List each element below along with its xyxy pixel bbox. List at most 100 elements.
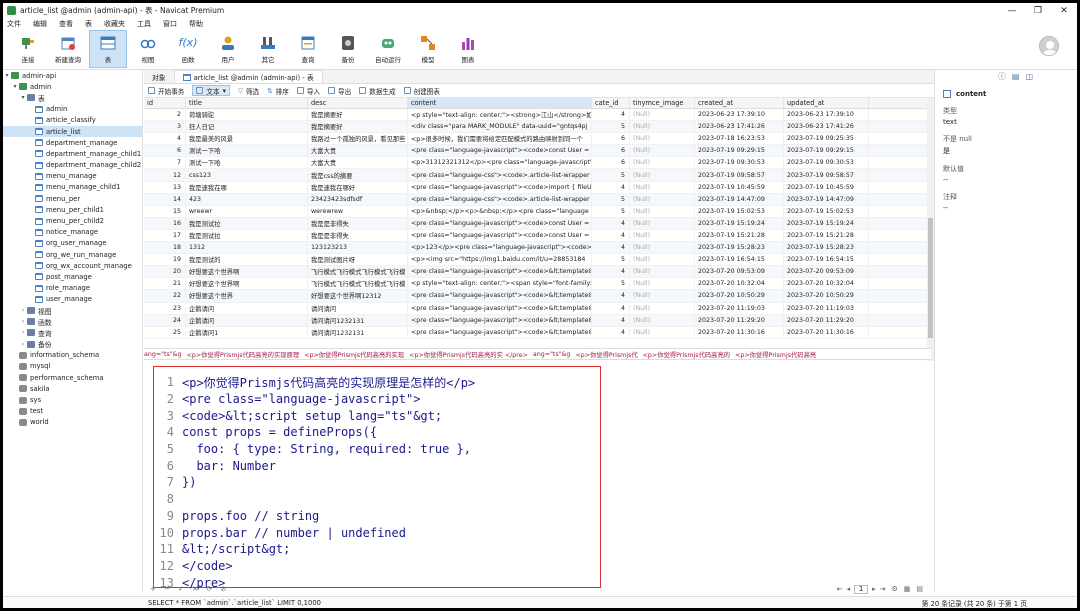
table-button[interactable]: 表	[89, 30, 127, 68]
vertical-scrollbar[interactable]	[927, 98, 934, 361]
table-cell[interactable]: (Null)	[630, 181, 695, 193]
table-cell[interactable]: <pre class="language-javascript"><code>&…	[408, 314, 592, 326]
table-cell[interactable]: 4	[592, 217, 630, 229]
table-cell[interactable]: 12	[144, 169, 186, 181]
table-cell[interactable]: 请问请问1232131	[308, 326, 408, 338]
table-cell[interactable]: 3	[144, 121, 186, 133]
table-cell[interactable]: 我是摘要好	[308, 109, 408, 121]
table-cell[interactable]: (Null)	[630, 278, 695, 290]
table-cell[interactable]: 2023-07-19 16:54:15	[784, 254, 869, 266]
column-header-id[interactable]: id	[144, 98, 186, 108]
table-cell[interactable]: <pre class="language-css"><code>.article…	[408, 169, 592, 181]
table-cell[interactable]: <pre class="language-javascript"><code>&…	[408, 326, 592, 338]
other-button[interactable]: 其它	[249, 30, 287, 68]
table-cell[interactable]: (Null)	[630, 290, 695, 302]
table-cell[interactable]: 5	[592, 169, 630, 181]
table-cell[interactable]: 2023-07-19 10:45:59	[784, 181, 869, 193]
tree-database-information-schema[interactable]: information_schema	[3, 350, 142, 361]
table-cell[interactable]: 2023-07-20 09:53:09	[695, 266, 784, 278]
tree-table-menu-per-child2[interactable]: menu_per_child2	[3, 215, 142, 226]
table-cell[interactable]: (Null)	[630, 266, 695, 278]
next-page-icon[interactable]: ▸	[872, 585, 876, 593]
table-row[interactable]: 4 我是最美的风景 我路过一个孤独的风景，看见那些 <p>很多时候，我们需要将给定匹配…	[144, 133, 931, 146]
model-button[interactable]: 模型	[409, 30, 447, 68]
settings-icon[interactable]: ⚙	[891, 585, 897, 593]
table-cell[interactable]: 18	[144, 242, 186, 254]
table-cell[interactable]: 2023-07-19 09:29:15	[784, 145, 869, 157]
table-cell[interactable]: 我是测试图片呀	[308, 254, 408, 266]
menu-window[interactable]: 窗口	[163, 19, 177, 29]
table-cell[interactable]: (Null)	[630, 326, 695, 338]
table-row[interactable]: 3 狂人日记 我是摘要好 <div class="para MARK_MODULE" …	[144, 121, 931, 134]
begin-transaction-button[interactable]: 开始事务	[148, 86, 184, 96]
column-header-cate-id[interactable]: cate_id	[592, 98, 630, 108]
table-row[interactable]: 14 423 23423423sdfsdf <pre class="language-…	[144, 193, 931, 206]
table-row[interactable]: 22 好想要这个世界 好想要这个世界啊12312 <pre class="langua…	[144, 290, 931, 303]
column-header-content[interactable]: content	[408, 98, 592, 108]
grid-view-icon[interactable]: ▦	[904, 585, 911, 593]
table-cell[interactable]: 4	[592, 290, 630, 302]
menu-tools[interactable]: 工具	[137, 19, 151, 29]
split-view-icon[interactable]: ◫	[1025, 72, 1033, 81]
table-cell[interactable]: 2023-07-19 09:58:57	[695, 169, 784, 181]
table-cell[interactable]: (Null)	[630, 217, 695, 229]
table-cell[interactable]: (Null)	[630, 193, 695, 205]
table-cell[interactable]: 23	[144, 302, 186, 314]
table-cell[interactable]: <pre class="language-javascript"><code>c…	[408, 217, 592, 229]
tree-table-org-we-run-manage[interactable]: org_we_run_manage	[3, 249, 142, 260]
tree-table-notice-manage[interactable]: notice_manage	[3, 227, 142, 238]
table-cell[interactable]: 好想要这个世界啊12312	[308, 290, 408, 302]
table-row[interactable]: 6 测试一下哈 大富大贵 <pre class="language-javascrip…	[144, 145, 931, 158]
table-cell[interactable]: 5	[592, 121, 630, 133]
table-cell[interactable]: 24	[144, 314, 186, 326]
column-header-updated-at[interactable]: updated_at	[784, 98, 869, 108]
record-edit-controls[interactable]: + − ✓ ✕ ⟳ ⊘	[150, 585, 229, 593]
table-cell[interactable]: 20	[144, 266, 186, 278]
table-cell[interactable]: 4	[592, 302, 630, 314]
chevron-right-icon[interactable]: ›	[19, 318, 27, 325]
table-cell[interactable]: 22	[144, 290, 186, 302]
table-cell[interactable]: 2023-07-20 10:50:29	[695, 290, 784, 302]
table-cell[interactable]: 大富大贵	[308, 157, 408, 169]
table-cell[interactable]: <p>&nbsp;</p><p>&nbsp;</p><pre class="la…	[408, 205, 592, 217]
new-query-button[interactable]: 新建查询	[49, 30, 87, 68]
table-row[interactable]: 25 企鹅请问1 请问请问1232131 <pre class="language-j…	[144, 326, 931, 339]
tree-database-world[interactable]: world	[3, 417, 142, 428]
tree-connection[interactable]: ▾ admin-api	[3, 70, 142, 81]
chevron-down-icon[interactable]: ▾	[19, 94, 27, 101]
close-icon[interactable]: ✕	[1051, 6, 1077, 16]
minimize-icon[interactable]: —	[999, 6, 1025, 16]
table-cell[interactable]: 飞行模式飞行模式飞行模式飞行模	[308, 278, 408, 290]
table-cell[interactable]: 我是速我在哪	[186, 181, 308, 193]
table-cell[interactable]: 我是测试的	[186, 254, 308, 266]
table-cell[interactable]: 2023-06-23 17:39:10	[784, 109, 869, 121]
table-cell[interactable]: 2023-07-19 15:02:53	[695, 205, 784, 217]
text-view-button[interactable]: 文本 ▾	[192, 85, 230, 96]
tree-table-article-list[interactable]: article_list	[3, 125, 142, 138]
data-grid[interactable]: id title desc content cate_id tinymce_image cr…	[144, 98, 931, 361]
table-cell[interactable]: (Null)	[630, 314, 695, 326]
avatar[interactable]	[1039, 36, 1059, 56]
table-cell[interactable]: (Null)	[630, 133, 695, 145]
last-page-icon[interactable]: ⇥	[880, 585, 886, 593]
table-cell[interactable]: 2023-07-19 15:28:23	[784, 242, 869, 254]
tree-table-org-user-manage[interactable]: org_user_manage	[3, 238, 142, 249]
table-cell[interactable]: 5	[592, 205, 630, 217]
table-cell[interactable]: 4	[592, 266, 630, 278]
table-cell[interactable]: 企鹅请问	[186, 314, 308, 326]
table-cell[interactable]: 我路过一个孤独的风景，看见那些	[308, 133, 408, 145]
table-cell[interactable]: 2023-07-20 11:30:16	[695, 326, 784, 338]
table-cell[interactable]: 2023-07-20 11:19:03	[695, 302, 784, 314]
tree-table-org-wx-account-manage[interactable]: org_wx_account_manage	[3, 260, 142, 271]
table-row[interactable]: 20 好想要这个世界啊 飞行模式飞行模式飞行模式飞行模 <pre class="lan…	[144, 266, 931, 279]
list-icon[interactable]: ▤	[1012, 72, 1020, 81]
tree-tables-folder[interactable]: ▾ 表	[3, 92, 142, 103]
table-cell[interactable]: 17	[144, 229, 186, 242]
table-cell[interactable]: <pre class="language-css"><code>.article…	[408, 193, 592, 205]
table-cell[interactable]: <pre class="language-javascript"><code>c…	[408, 229, 592, 242]
chart-button[interactable]: 图表	[449, 30, 487, 68]
table-row[interactable]: 18 1312 123123213 <p>123</p><pre class="lan…	[144, 242, 931, 255]
table-cell[interactable]: 2023-07-19 09:29:15	[695, 145, 784, 157]
tree-database[interactable]: ▾ admin	[3, 81, 142, 92]
table-row[interactable]: 21 好想要这个世界啊 飞行模式飞行模式飞行模式飞行模 <p style="text-…	[144, 278, 931, 291]
